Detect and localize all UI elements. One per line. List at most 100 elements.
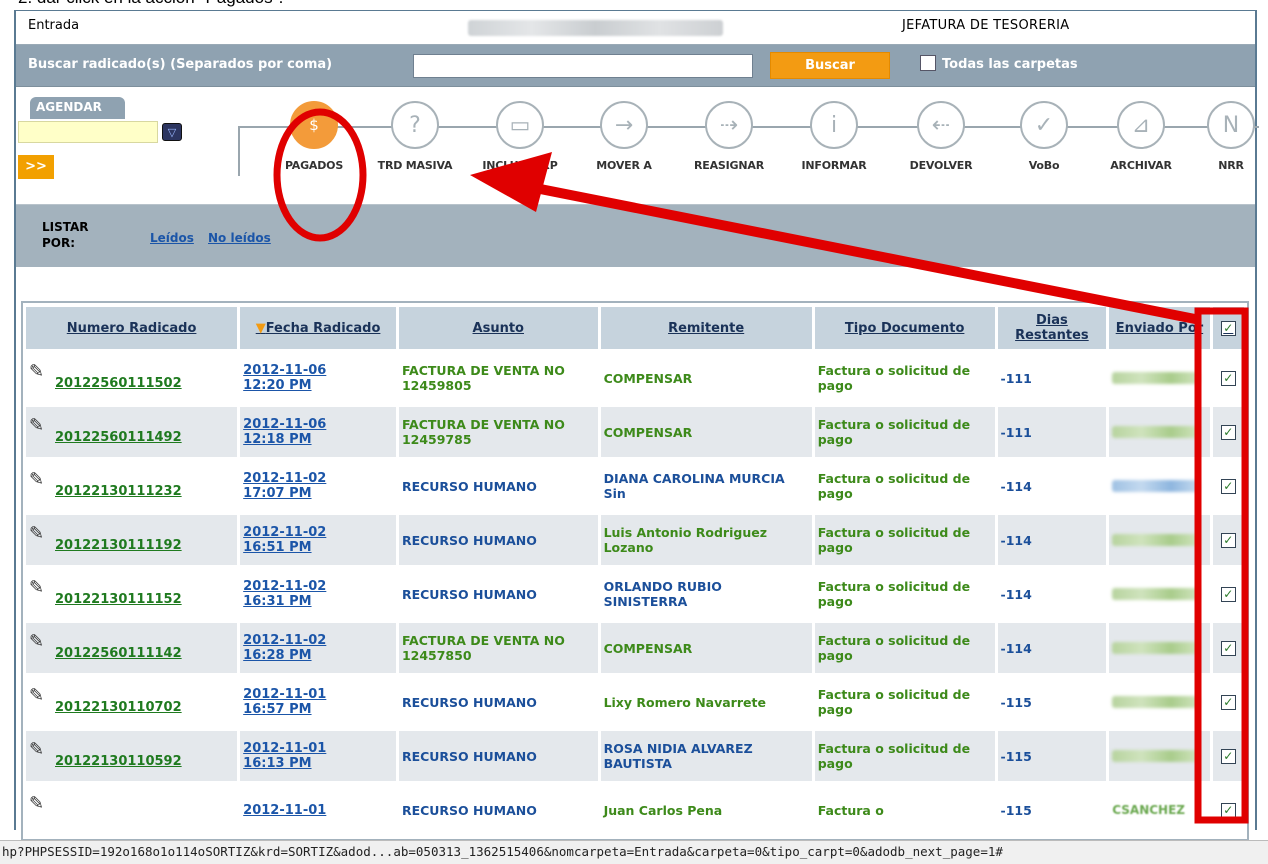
header-numero[interactable]: Numero Radicado: [26, 307, 238, 349]
table-row[interactable]: ✎ 20122560111492 2012-11-06 12:18 PM FACTURA…: [26, 407, 1244, 457]
edit-pencil-icon[interactable]: ✎: [29, 361, 51, 383]
fecha-link[interactable]: 2012-11-06: [243, 417, 393, 432]
sort-down-icon: ▼: [255, 320, 266, 336]
edit-pencil-icon[interactable]: ✎: [29, 739, 51, 761]
row-checkbox[interactable]: ✓: [1220, 532, 1236, 548]
fecha-link[interactable]: 2012-11-02: [243, 633, 393, 648]
row-checkbox[interactable]: ✓: [1220, 694, 1236, 710]
edit-pencil-icon[interactable]: ✎: [29, 523, 51, 545]
hora-link[interactable]: 17:07 PM: [243, 486, 393, 501]
agendar-date-input[interactable]: [18, 121, 158, 143]
action-devolver[interactable]: ⇠ DEVOLVER: [901, 101, 981, 172]
hora-link[interactable]: 12:20 PM: [243, 378, 393, 393]
edit-pencil-icon[interactable]: ✎: [29, 469, 51, 491]
fecha-link[interactable]: 2012-11-02: [243, 471, 393, 486]
row-checkbox[interactable]: ✓: [1220, 424, 1236, 440]
dollar-icon: $: [290, 101, 338, 149]
action-vobo[interactable]: ✓ VoBo: [1004, 101, 1084, 172]
hora-link[interactable]: 16:31 PM: [243, 594, 393, 609]
action-label: MOVER A: [596, 159, 652, 172]
edit-pencil-icon[interactable]: ✎: [29, 793, 51, 815]
header-enviado[interactable]: Enviado Por: [1109, 307, 1210, 349]
search-button[interactable]: Buscar: [770, 52, 890, 79]
fecha-link[interactable]: 2012-11-01: [243, 803, 393, 818]
hora-link[interactable]: 16:57 PM: [243, 702, 393, 717]
agendar-tab[interactable]: AGENDAR: [30, 97, 125, 119]
cell-select: ✓: [1213, 677, 1244, 727]
table-row[interactable]: ✎ 20122130111232 2012-11-02 17:07 PM RECURSO…: [26, 461, 1244, 511]
cell-enviado: [1109, 353, 1209, 403]
table-row[interactable]: ✎ 20122130110592 2012-11-01 16:13 PM RECURSO…: [26, 731, 1244, 781]
table-row[interactable]: ✎ 20122560111502 2012-11-06 12:20 PM FACTURA…: [26, 353, 1244, 403]
table-row[interactable]: ✎ 20122130110702 2012-11-01 16:57 PM RECURSO…: [26, 677, 1244, 727]
header-asunto[interactable]: Asunto: [398, 307, 598, 349]
edit-pencil-icon[interactable]: ✎: [29, 685, 51, 707]
filter-read-link[interactable]: Leídos: [150, 231, 194, 245]
radicado-link[interactable]: 20122560111492: [55, 430, 182, 445]
header-tipo[interactable]: Tipo Documento: [814, 307, 995, 349]
action-label: TRD MASIVA: [377, 159, 453, 172]
action-incluir-exp[interactable]: ▭ INCLUIR EXP: [480, 101, 560, 172]
all-folders-checkbox[interactable]: [920, 55, 936, 71]
action-nrr[interactable]: N NRR: [1191, 101, 1268, 172]
edit-pencil-icon[interactable]: ✎: [29, 415, 51, 437]
search-label: Buscar radicado(s) (Separados por coma): [28, 57, 333, 72]
header-dias[interactable]: Dias Restantes: [997, 307, 1107, 349]
agendar-go-button[interactable]: >>: [18, 155, 54, 179]
radicado-link[interactable]: 20122130111192: [55, 538, 182, 553]
status-bar-url: hp?PHPSESSID=192o168o1o114oSORTIZ&krd=SO…: [0, 840, 1268, 864]
table-row[interactable]: ✎ 20122560111142 2012-11-02 16:28 PM FACTURA…: [26, 623, 1244, 673]
table-row[interactable]: ✎ 20122130111152 2012-11-02 16:31 PM RECURSO…: [26, 569, 1244, 619]
n-icon: N: [1207, 101, 1255, 149]
fecha-link[interactable]: 2012-11-02: [243, 579, 393, 594]
action-mover-a[interactable]: → MOVER A: [584, 101, 664, 172]
edit-pencil-icon[interactable]: ✎: [29, 631, 51, 653]
fecha-link[interactable]: 2012-11-02: [243, 525, 393, 540]
blurred-sender: [1112, 426, 1201, 438]
toolbar-line-vertical: [238, 126, 240, 176]
row-checkbox[interactable]: ✓: [1220, 478, 1236, 494]
radicado-link[interactable]: 20122130110702: [55, 700, 182, 715]
fecha-link[interactable]: 2012-11-01: [243, 741, 393, 756]
action-archivar[interactable]: ⊿ ARCHIVAR: [1101, 101, 1181, 172]
action-trd-masiva[interactable]: ? TRD MASIVA: [375, 101, 455, 172]
header-select-all[interactable]: ✓: [1212, 307, 1244, 349]
hora-link[interactable]: 16:13 PM: [243, 756, 393, 771]
table-row[interactable]: ✎ 2012-11-01 RECURSO HUMANO Juan Carlos Pen…: [26, 785, 1244, 835]
cell-select: ✓: [1213, 461, 1244, 511]
radicado-link[interactable]: 20122130111152: [55, 592, 182, 607]
row-checkbox[interactable]: ✓: [1220, 640, 1236, 656]
radicado-link[interactable]: 20122130111232: [55, 484, 182, 499]
dropdown-arrow-icon[interactable]: ▽: [162, 123, 182, 141]
cell-asunto: RECURSO HUMANO: [401, 802, 537, 818]
list-filter-bar: LISTAR POR: Leídos No leídos: [16, 205, 1255, 273]
header-remitente[interactable]: Remitente: [600, 307, 812, 349]
hora-link[interactable]: 16:28 PM: [243, 648, 393, 663]
row-checkbox[interactable]: ✓: [1220, 748, 1236, 764]
cell-remitente: COMPENSAR: [600, 407, 812, 457]
select-all-checkbox[interactable]: ✓: [1220, 320, 1236, 336]
search-input[interactable]: [413, 54, 753, 78]
hora-link[interactable]: 16:51 PM: [243, 540, 393, 555]
filter-unread-link[interactable]: No leídos: [208, 231, 271, 245]
header-fecha[interactable]: ▼Fecha Radicado: [240, 307, 396, 349]
all-folders-label: Todas las carpetas: [942, 57, 1078, 72]
cell-numero: ✎ 20122130111192: [26, 515, 238, 565]
radicado-link[interactable]: 20122130110592: [55, 754, 182, 769]
radicado-link[interactable]: 20122560111142: [55, 646, 182, 661]
row-checkbox[interactable]: ✓: [1220, 802, 1236, 818]
action-reasignar[interactable]: ⇢ REASIGNAR: [689, 101, 769, 172]
cell-remitente: COMPENSAR: [603, 370, 693, 386]
row-checkbox[interactable]: ✓: [1220, 586, 1236, 602]
fecha-link[interactable]: 2012-11-01: [243, 687, 393, 702]
fecha-link[interactable]: 2012-11-06: [243, 363, 393, 378]
action-pagados[interactable]: $ PAGADOS: [274, 101, 354, 172]
table-row[interactable]: ✎ 20122130111192 2012-11-02 16:51 PM RECURSO…: [26, 515, 1244, 565]
action-informar[interactable]: i INFORMAR: [794, 101, 874, 172]
edit-pencil-icon[interactable]: ✎: [29, 577, 51, 599]
row-checkbox[interactable]: ✓: [1220, 370, 1236, 386]
action-label: INCLUIR EXP: [482, 159, 558, 172]
radicado-link[interactable]: 20122560111502: [55, 376, 182, 391]
cell-tipo: Factura o solicitud de pago: [817, 363, 971, 393]
hora-link[interactable]: 12:18 PM: [243, 432, 393, 447]
